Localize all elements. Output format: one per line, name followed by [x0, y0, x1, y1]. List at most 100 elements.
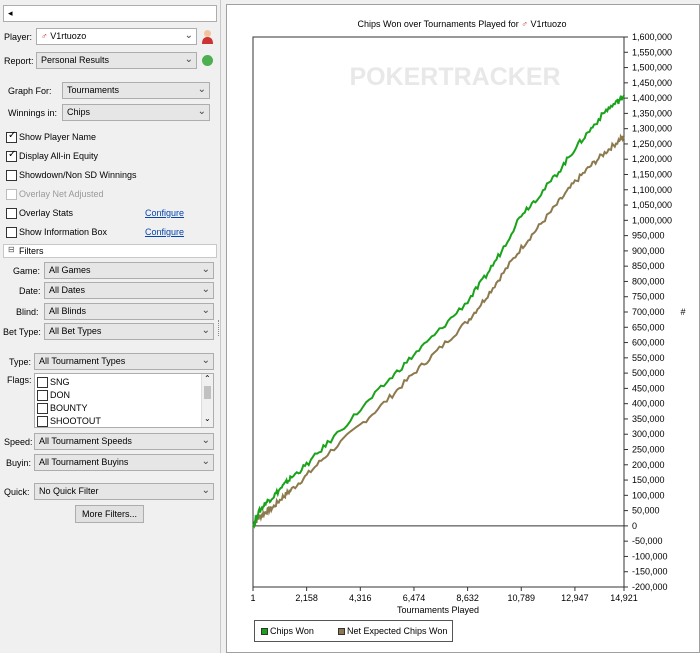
watermark-logo: POKERTRACKER — [349, 63, 560, 91]
quick-filter-select[interactable]: No Quick Filter ⌄ — [34, 483, 214, 500]
y-axis: -200,000 -150,000 -100,000 -50,000 0 50,000 10… — [624, 32, 672, 592]
player-avatar-icon[interactable] — [201, 29, 214, 44]
y-tick-label: 650,000 — [632, 322, 665, 332]
game-value: All Games — [49, 265, 91, 275]
y-tick-label: 1,600,000 — [632, 32, 672, 42]
splitter-handle[interactable] — [218, 320, 221, 336]
buyin-value: All Tournament Buyins — [39, 457, 129, 467]
chevron-down-icon: ⌄ — [201, 264, 210, 275]
overlay-net-label: Overlay Net Adjusted — [19, 189, 104, 199]
date-label: Date: — [19, 286, 41, 296]
y-tick-label: 400,000 — [632, 399, 665, 409]
legend: Chips Won Net Expected Chips Won — [254, 620, 453, 642]
filters-title: Filters — [19, 246, 44, 256]
scroll-thumb[interactable] — [204, 386, 211, 399]
top-navigation-bar[interactable]: ◂ — [3, 5, 217, 22]
y-tick-label: 1,150,000 — [632, 170, 672, 180]
game-label: Game: — [13, 266, 41, 276]
overlay-stats-label: Overlay Stats — [19, 208, 74, 218]
game-select[interactable]: All Games ⌄ — [44, 262, 214, 279]
y-tick-label: 950,000 — [632, 231, 665, 241]
configure-stats-link[interactable]: Configure — [145, 208, 184, 218]
y-tick-label: 1,450,000 — [632, 78, 672, 88]
graph-for-value: Tournaments — [67, 85, 120, 95]
speed-select[interactable]: All Tournament Speeds ⌄ — [34, 433, 214, 450]
check-icon: ✓ — [8, 149, 17, 160]
player-select[interactable]: ♂ V1rtuozo ⌄ — [36, 28, 197, 45]
report-label: Report: — [4, 56, 34, 66]
legend-swatch-chips-won — [261, 628, 268, 635]
winnings-in-label: Winnings in: — [8, 108, 58, 118]
y-tick-label: 1,300,000 — [632, 124, 672, 134]
collapse-icon[interactable]: ⊟ — [8, 245, 15, 254]
showdown-label: Showdown/Non SD Winnings — [19, 170, 137, 180]
x-tick-label: 12,947 — [561, 593, 589, 603]
x-tick-label: 14,921 — [610, 593, 638, 603]
bet-type-select[interactable]: All Bet Types ⌄ — [44, 323, 214, 340]
chevron-down-icon: ⌄ — [201, 485, 210, 496]
report-value: Personal Results — [41, 55, 110, 65]
chart-panel: Chips Won over Tournaments Played for ♂ … — [226, 4, 700, 653]
flag-bounty-checkbox[interactable] — [37, 403, 48, 414]
blind-label: Blind: — [16, 307, 39, 317]
y-tick-label: 850,000 — [632, 261, 665, 271]
winnings-in-select[interactable]: Chips ⌄ — [62, 104, 210, 121]
display-allin-checkbox[interactable]: ✓ — [6, 149, 17, 162]
y-tick-label: 150,000 — [632, 475, 665, 485]
flag-shootout-checkbox[interactable] — [37, 416, 48, 427]
show-player-name-label: Show Player Name — [19, 132, 97, 142]
y-tick-label: 200,000 — [632, 460, 665, 470]
overlay-stats-checkbox[interactable] — [6, 208, 17, 219]
date-select[interactable]: All Dates ⌄ — [44, 282, 214, 299]
flags-list[interactable]: SNG DON BOUNTY SHOOTOUT ⌃ ⌄ — [34, 373, 214, 428]
showdown-checkbox[interactable] — [6, 170, 17, 181]
chevron-down-icon: ⌄ — [197, 106, 206, 117]
type-select[interactable]: All Tournament Types ⌄ — [34, 353, 214, 370]
chevron-down-icon: ⌄ — [201, 435, 210, 446]
buyin-label: Buyin: — [6, 458, 32, 468]
scroll-up-icon[interactable]: ⌃ — [204, 374, 211, 383]
refresh-icon[interactable] — [202, 55, 213, 66]
chart-title: Chips Won over Tournaments Played for ♂ … — [357, 19, 566, 29]
series-lines — [252, 94, 625, 530]
player-value: V1rtuozo — [50, 31, 87, 41]
check-icon: ✓ — [8, 130, 17, 141]
chevron-down-icon: ⌄ — [201, 284, 210, 295]
x-tick-label: 1 — [250, 593, 255, 603]
chevron-down-icon: ⌄ — [184, 54, 193, 65]
configure-info-link[interactable]: Configure — [145, 227, 184, 237]
y-tick-label: 0 — [632, 521, 637, 531]
blind-value: All Blinds — [49, 306, 87, 316]
blind-select[interactable]: All Blinds ⌄ — [44, 303, 214, 320]
y-tick-label: 350,000 — [632, 414, 665, 424]
flag-don-checkbox[interactable] — [37, 390, 48, 401]
show-player-name-checkbox[interactable]: ✓ — [6, 130, 17, 143]
buyin-select[interactable]: All Tournament Buyins ⌄ — [34, 454, 214, 471]
y-tick-label: -150,000 — [632, 567, 668, 577]
player-title-name: V1rtuozo — [528, 19, 567, 29]
flag-sng-label: SNG — [50, 377, 70, 387]
filters-header[interactable]: ⊟ Filters — [3, 244, 217, 258]
quick-value: No Quick Filter — [39, 486, 99, 496]
bet-type-label: Bet Type: — [3, 327, 41, 337]
flag-sng-checkbox[interactable] — [37, 377, 48, 388]
more-filters-button[interactable]: More Filters... — [75, 505, 144, 523]
y-tick-label: -200,000 — [632, 582, 668, 592]
show-info-box-checkbox[interactable] — [6, 227, 17, 238]
type-label: Type: — [9, 357, 32, 367]
y-tick-label: 1,500,000 — [632, 63, 672, 73]
chevron-down-icon: ⌄ — [197, 84, 206, 95]
y-tick-label: 1,250,000 — [632, 139, 672, 149]
scroll-down-icon[interactable]: ⌄ — [204, 414, 211, 423]
y-tick-label: 700,000 — [632, 307, 665, 317]
x-axis: 1 2,158 4,316 6,474 8,632 10,789 12,947 14,921 — [250, 587, 638, 603]
y-tick-label: 550,000 — [632, 353, 665, 363]
flags-scrollbar[interactable]: ⌃ ⌄ — [201, 374, 213, 427]
legend-swatch-net-expected — [338, 628, 345, 635]
settings-panel: ◂ Player: ♂ V1rtuozo ⌄ Report: Personal … — [0, 0, 221, 653]
graph-for-select[interactable]: Tournaments ⌄ — [62, 82, 210, 99]
back-arrow-icon[interactable]: ◂ — [8, 8, 13, 18]
y-tick-label: 250,000 — [632, 445, 665, 455]
display-allin-label: Display All-in Equity — [19, 151, 99, 161]
report-select[interactable]: Personal Results ⌄ — [36, 52, 197, 69]
